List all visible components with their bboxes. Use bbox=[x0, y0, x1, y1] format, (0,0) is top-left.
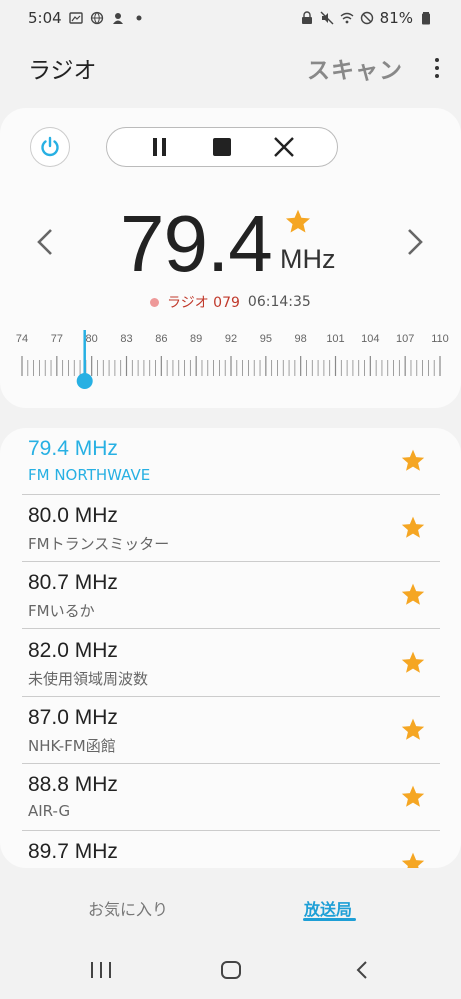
scale-label: 92 bbox=[225, 333, 237, 345]
pause-button[interactable] bbox=[146, 133, 174, 161]
scale-label: 95 bbox=[260, 333, 272, 345]
frequency-scale[interactable]: 74 77 80 83 86 89 92 95 98 101 104 107 110 bbox=[0, 326, 461, 396]
favorite-star-icon[interactable] bbox=[400, 582, 426, 608]
back-icon[interactable] bbox=[352, 960, 372, 980]
globe-notification-icon bbox=[90, 11, 103, 25]
station-row[interactable]: 80.0 MHz FMトランスミッター bbox=[0, 495, 461, 563]
close-icon bbox=[274, 137, 294, 157]
station-list: 79.4 MHz FM NORTHWAVE 80.0 MHz FMトランスミッター 80… bbox=[0, 428, 461, 868]
station-frequency: 88.8 MHz bbox=[28, 773, 118, 796]
tab-favorites[interactable]: お気に入り bbox=[88, 896, 168, 920]
station-name: NHK-FM函館 bbox=[28, 736, 116, 755]
status-time: 5:04 bbox=[28, 9, 62, 27]
favorite-star-icon[interactable] bbox=[284, 208, 312, 236]
lock-notification-icon bbox=[301, 11, 312, 24]
stop-button[interactable] bbox=[208, 133, 236, 161]
chevron-left-icon bbox=[37, 229, 52, 255]
favorite-star-icon[interactable] bbox=[400, 784, 426, 810]
scale-label: 83 bbox=[120, 333, 132, 345]
station-name: AIR-G bbox=[28, 802, 71, 820]
playback-controls bbox=[106, 127, 338, 167]
more-notifications-dot-icon bbox=[136, 15, 142, 21]
system-nav-bar bbox=[0, 950, 461, 990]
home-icon[interactable] bbox=[221, 961, 241, 979]
station-name: FM NORTHWAVE bbox=[28, 466, 151, 484]
scale-label: 110 bbox=[431, 333, 449, 345]
station-name: 未使用領域周波数 bbox=[28, 669, 149, 688]
elapsed-time: 06:14:35 bbox=[247, 294, 311, 310]
station-row[interactable]: 79.4 MHz FM NORTHWAVE bbox=[0, 428, 461, 495]
more-options-icon[interactable] bbox=[425, 58, 449, 78]
station-row[interactable]: 80.7 MHz FMいるか bbox=[0, 562, 461, 630]
favorite-star-icon[interactable] bbox=[400, 515, 426, 541]
pause-icon bbox=[153, 138, 166, 156]
tab-stations[interactable]: 放送局 bbox=[304, 896, 352, 920]
close-button[interactable] bbox=[270, 133, 298, 161]
image-notification-icon bbox=[68, 12, 83, 24]
scale-label: 86 bbox=[155, 333, 167, 345]
scale-label: 74 bbox=[16, 333, 28, 345]
scan-button[interactable]: スキャン bbox=[307, 51, 403, 85]
tab-stations-indicator bbox=[303, 918, 356, 921]
station-row[interactable]: 87.0 MHz NHK-FM函館 bbox=[0, 697, 461, 764]
wifi-icon bbox=[340, 12, 354, 24]
scale-label: 77 bbox=[51, 333, 63, 345]
scale-label: 107 bbox=[396, 333, 414, 345]
station-frequency: 79.4 MHz bbox=[28, 437, 118, 460]
station-frequency: 80.0 MHz bbox=[28, 504, 118, 528]
recording-dot bbox=[150, 297, 159, 307]
station-row[interactable]: 88.8 MHz AIR-G bbox=[0, 764, 461, 831]
now-playing-info: ラジオ 079 06:14:35 bbox=[150, 292, 311, 312]
frequency-unit: MHz bbox=[280, 244, 336, 274]
chevron-right-icon bbox=[408, 229, 423, 255]
status-bar: 5:04 81% bbox=[0, 0, 461, 36]
previous-station-button[interactable] bbox=[30, 222, 60, 262]
station-frequency: 87.0 MHz bbox=[28, 705, 118, 729]
mute-icon bbox=[320, 11, 334, 25]
power-button[interactable] bbox=[30, 127, 70, 167]
app-title: ラジオ bbox=[28, 58, 97, 84]
tuning-knob[interactable] bbox=[76, 373, 93, 389]
favorite-star-icon[interactable] bbox=[400, 448, 426, 474]
scale-label: 104 bbox=[361, 333, 379, 345]
now-playing-station: ラジオ 079 bbox=[167, 295, 240, 311]
favorite-star-icon[interactable] bbox=[400, 717, 426, 743]
station-frequency: 82.0 MHz bbox=[28, 638, 118, 662]
favorite-star-icon[interactable] bbox=[400, 650, 426, 676]
station-row[interactable]: 82.0 MHz 未使用領域周波数 bbox=[0, 630, 461, 697]
next-station-button[interactable] bbox=[400, 222, 430, 262]
battery-icon bbox=[422, 12, 430, 25]
app-bar: ラジオ スキャン bbox=[0, 44, 461, 92]
scale-label: 98 bbox=[295, 333, 307, 345]
app-notification-icon bbox=[112, 13, 123, 24]
scale-label: 101 bbox=[326, 333, 344, 345]
current-frequency: 79.4 bbox=[120, 199, 273, 288]
station-frequency: 89.7 MHz bbox=[28, 840, 118, 864]
stop-icon bbox=[213, 138, 231, 156]
do-not-disturb-icon bbox=[360, 11, 373, 25]
battery-percent: 81% bbox=[379, 9, 413, 27]
station-name: FMトランスミッター bbox=[28, 535, 170, 554]
scale-label: 89 bbox=[190, 333, 202, 345]
station-frequency: 80.7 MHz bbox=[28, 571, 118, 595]
scale-label: 80 bbox=[86, 333, 98, 345]
power-icon bbox=[41, 136, 59, 157]
station-row[interactable]: 89.7 MHz bbox=[0, 831, 461, 868]
favorite-star-icon[interactable] bbox=[400, 851, 426, 868]
station-name: FMいるか bbox=[28, 602, 95, 621]
recents-icon[interactable] bbox=[91, 962, 111, 978]
